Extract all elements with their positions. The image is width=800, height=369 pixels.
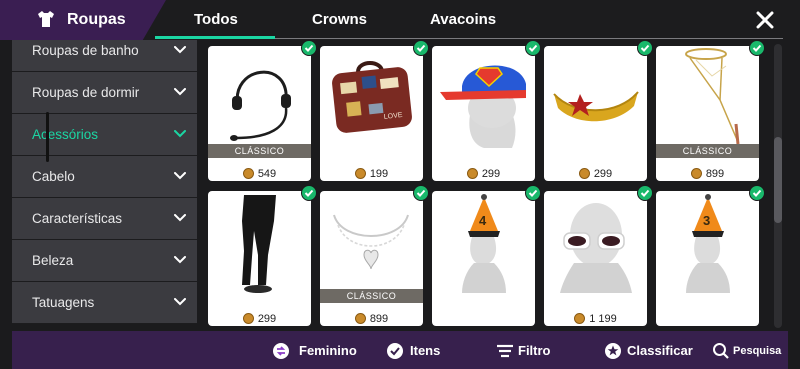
- party-hat-image: 3: [686, 194, 730, 293]
- sidebar-scroll-indicator: [46, 112, 49, 162]
- suitcase-image: LOVE: [332, 61, 412, 133]
- items-button[interactable]: Itens: [386, 342, 446, 360]
- svg-text:4: 4: [479, 213, 487, 228]
- avacoin-icon: [242, 168, 254, 179]
- owned-check-icon: [301, 185, 317, 201]
- halo-image: [685, 48, 740, 145]
- avacoin-icon: [242, 313, 254, 324]
- classic-badge: CLÁSSICO: [656, 144, 759, 158]
- chevron-down-icon: [174, 46, 186, 54]
- item-card-party-hat-3[interactable]: 3: [656, 185, 765, 326]
- owned-check-icon: [637, 40, 653, 56]
- item-price: 1 199: [544, 309, 647, 325]
- item-price: 549: [208, 164, 311, 180]
- scrollbar-thumb[interactable]: [774, 137, 782, 223]
- gender-swap-icon: [273, 343, 289, 359]
- sidebar-item-cabelo[interactable]: Cabelo: [12, 156, 197, 198]
- active-tab-indicator: [155, 36, 275, 39]
- category-tab[interactable]: Roupas: [0, 0, 166, 40]
- sort-button[interactable]: Classificar: [604, 342, 694, 360]
- chevron-down-icon: [174, 298, 186, 306]
- tiara-image: [553, 91, 639, 122]
- close-icon[interactable]: [754, 9, 776, 31]
- chevron-down-icon: [174, 214, 186, 222]
- owned-check-icon: [413, 185, 429, 201]
- sidebar-item-label: Tatuagens: [32, 295, 95, 310]
- tights-image: [242, 195, 276, 293]
- bottom-toolbar: Feminino Itens Filtro Classificar Pesqui…: [12, 331, 788, 369]
- chevron-down-icon: [174, 88, 186, 96]
- shirt-icon: [38, 11, 54, 27]
- chevron-down-icon: [174, 130, 186, 138]
- tab-todos[interactable]: Todos: [194, 11, 238, 28]
- sidebar-item-roupas-de-dormir[interactable]: Roupas de dormir: [12, 72, 197, 114]
- sidebar-item-beleza[interactable]: Beleza: [12, 240, 197, 282]
- avacoin-icon: [354, 168, 366, 179]
- item-price: 299: [432, 164, 535, 180]
- item-card-tiara[interactable]: 299: [544, 40, 653, 181]
- headset-image: [230, 70, 291, 141]
- svg-text:3: 3: [703, 213, 710, 228]
- owned-check-icon: [637, 185, 653, 201]
- filter-button[interactable]: Filtro: [496, 342, 556, 360]
- chevron-down-icon: [174, 256, 186, 264]
- item-card-halo[interactable]: CLÁSSICO 899: [656, 40, 765, 181]
- avacoin-icon: [354, 313, 366, 324]
- item-card-party-hat-4[interactable]: 4: [432, 185, 541, 326]
- tab-divider: [275, 38, 783, 39]
- avacoin-icon: [466, 168, 478, 179]
- item-card-sunglasses[interactable]: 1 199: [544, 185, 653, 326]
- item-price: [432, 309, 535, 323]
- item-price: 299: [208, 309, 311, 325]
- category-sidebar: Roupas de banho Roupas de dormir Acessór…: [12, 40, 197, 326]
- owned-check-icon: [749, 185, 765, 201]
- sidebar-item-label: Roupas de banho: [32, 43, 139, 58]
- check-circle-icon: [387, 343, 403, 359]
- necklace-image: [333, 214, 409, 270]
- tab-crowns[interactable]: Crowns: [312, 11, 367, 28]
- tab-avacoins[interactable]: Avacoins: [430, 11, 496, 28]
- party-hat-image: 4: [462, 194, 506, 293]
- owned-check-icon: [749, 40, 765, 56]
- item-price: 899: [320, 309, 423, 325]
- category-title: Roupas: [67, 11, 126, 28]
- item-price: 899: [656, 164, 759, 180]
- star-circle-icon: [605, 343, 621, 359]
- avacoin-icon: [578, 168, 590, 179]
- search-icon: [713, 343, 729, 359]
- grid-scrollbar[interactable]: [774, 44, 782, 328]
- chevron-down-icon: [174, 172, 186, 180]
- sidebar-item-label: Acessórios: [32, 127, 99, 142]
- owned-check-icon: [525, 40, 541, 56]
- item-card-headset[interactable]: CLÁSSICO 549: [208, 40, 317, 181]
- gender-toggle-button[interactable]: Feminino: [272, 342, 362, 360]
- classic-badge: CLÁSSICO: [208, 144, 311, 158]
- superman-cap-image: [440, 65, 526, 148]
- sidebar-item-label: Cabelo: [32, 169, 75, 184]
- item-card-suitcase[interactable]: LOVE 199: [320, 40, 429, 181]
- sidebar-item-caracteristicas[interactable]: Características: [12, 198, 197, 240]
- owned-check-icon: [413, 40, 429, 56]
- classic-badge: CLÁSSICO: [320, 289, 423, 303]
- avacoin-icon: [574, 313, 586, 324]
- sunglasses-image: [560, 203, 632, 293]
- top-bar: Roupas Todos Crowns Avacoins: [0, 0, 800, 40]
- item-price: [656, 309, 759, 323]
- item-price: 299: [544, 164, 647, 180]
- owned-check-icon: [525, 185, 541, 201]
- sidebar-item-tatuagens[interactable]: Tatuagens: [12, 282, 197, 324]
- item-card-necklace[interactable]: CLÁSSICO 899: [320, 185, 429, 326]
- avacoin-icon: [690, 168, 702, 179]
- item-card-tights[interactable]: 299: [208, 185, 317, 326]
- sidebar-item-acessorios[interactable]: Acessórios: [12, 114, 197, 156]
- filter-icon: [497, 344, 513, 358]
- item-price: 199: [320, 164, 423, 180]
- sidebar-item-label: Beleza: [32, 253, 74, 268]
- owned-check-icon: [301, 40, 317, 56]
- search-button[interactable]: Pesquisa: [712, 342, 782, 360]
- sidebar-item-label: Características: [32, 211, 123, 226]
- sidebar-item-roupas-de-banho[interactable]: Roupas de banho: [12, 40, 197, 72]
- item-card-superman-cap[interactable]: 299: [432, 40, 541, 181]
- sidebar-item-label: Roupas de dormir: [32, 85, 140, 100]
